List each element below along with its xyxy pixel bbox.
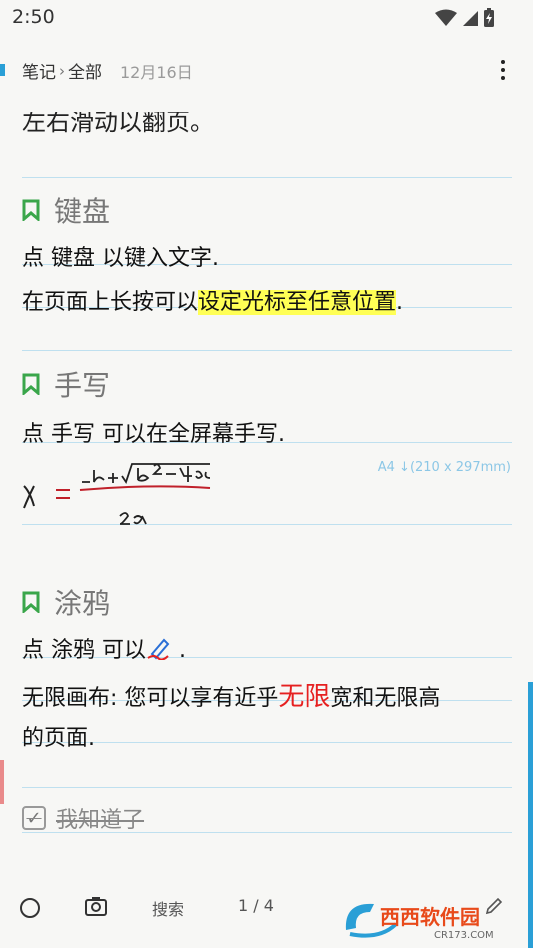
note-line: 点 涂鸦 可以 . bbox=[22, 632, 186, 664]
checked-checkbox-icon[interactable]: ✓ bbox=[22, 806, 46, 830]
section-heading-doodle: 涂鸦 bbox=[22, 582, 110, 622]
watermark-text: 西西软件园 bbox=[380, 905, 480, 929]
ruled-line bbox=[22, 350, 512, 351]
pen-tool-button[interactable] bbox=[20, 898, 40, 918]
bookmark-icon bbox=[22, 199, 40, 221]
emphasized-text: 无限 bbox=[278, 682, 331, 712]
ruled-line bbox=[22, 742, 512, 743]
ruled-line bbox=[22, 177, 512, 178]
app-header: 笔记 › 全部 12月16日 bbox=[0, 50, 533, 90]
text-run: . bbox=[172, 638, 186, 663]
page-size-label: A4 ↓(210 x 297mm) bbox=[377, 460, 511, 475]
left-edge-marker bbox=[0, 760, 4, 804]
camera-icon[interactable] bbox=[84, 895, 108, 917]
dot bbox=[501, 68, 505, 72]
accent-marker bbox=[0, 64, 5, 76]
checklist-item[interactable]: ✓ 我知道了 bbox=[22, 802, 144, 834]
dot bbox=[501, 76, 505, 80]
text-run: 无限画布: 您可以享有近乎 bbox=[22, 686, 279, 711]
note-canvas[interactable]: 左右滑动以翻页。 键盘 点 键盘 以键入文字. 在页面上长按可以设定光标至任意位… bbox=[0, 112, 533, 882]
text-run: 宽和无限高 bbox=[330, 686, 441, 711]
clipped-line: 左右滑动以翻页。 bbox=[22, 112, 214, 136]
section-title: 键盘 bbox=[54, 195, 111, 228]
highlighted-text: 设定光标至任意位置 bbox=[198, 290, 397, 315]
pen-doodle-icon bbox=[147, 638, 170, 661]
watermark-subtext: CR173.COM bbox=[434, 930, 494, 941]
section-title: 手写 bbox=[54, 369, 111, 402]
status-time: 2:50 bbox=[12, 6, 55, 28]
chevron-right-icon: › bbox=[59, 61, 65, 80]
section-title: 涂鸦 bbox=[54, 587, 111, 620]
bottom-toolbar: 搜索 1 / 4 西西软件园 CR173.COM bbox=[0, 882, 533, 948]
page-indicator: 1 / 4 bbox=[238, 896, 274, 915]
status-bar: 2:50 bbox=[0, 0, 533, 36]
status-icons bbox=[435, 8, 495, 28]
note-line: 点 键盘 以键入文字. bbox=[22, 246, 219, 271]
dot bbox=[501, 60, 505, 64]
signal-icon bbox=[463, 11, 478, 26]
note-line: 的页面. bbox=[22, 726, 95, 751]
note-line: 无限画布: 您可以享有近乎无限宽和无限高 bbox=[22, 676, 440, 713]
handwritten-formula bbox=[23, 463, 211, 525]
pencil-icon[interactable] bbox=[484, 896, 504, 916]
note-line: 在页面上长按可以设定光标至任意位置. bbox=[22, 284, 403, 316]
checklist-label: 我知道了 bbox=[56, 808, 145, 833]
search-button[interactable]: 搜索 bbox=[152, 896, 184, 920]
text-run: 点 涂鸦 可以 bbox=[22, 638, 146, 663]
ruled-line bbox=[22, 787, 512, 788]
breadcrumb-root[interactable]: 笔记 bbox=[22, 58, 56, 83]
text-run: . bbox=[396, 290, 404, 315]
bookmark-icon bbox=[22, 373, 40, 395]
section-heading-handwriting: 手写 bbox=[22, 364, 110, 404]
breadcrumb: 笔记 › 全部 12月16日 bbox=[22, 58, 193, 84]
more-options-button[interactable] bbox=[493, 56, 513, 84]
battery-icon bbox=[484, 8, 494, 27]
wifi-icon bbox=[435, 9, 457, 26]
section-heading-keyboard: 键盘 bbox=[22, 190, 110, 230]
note-date: 12月16日 bbox=[120, 62, 193, 82]
note-line: 点 手写 可以在全屏幕手写. bbox=[22, 422, 285, 447]
breadcrumb-current[interactable]: 全部 bbox=[68, 58, 102, 83]
text-run: 在页面上长按可以 bbox=[22, 290, 199, 315]
bookmark-icon bbox=[22, 591, 40, 613]
